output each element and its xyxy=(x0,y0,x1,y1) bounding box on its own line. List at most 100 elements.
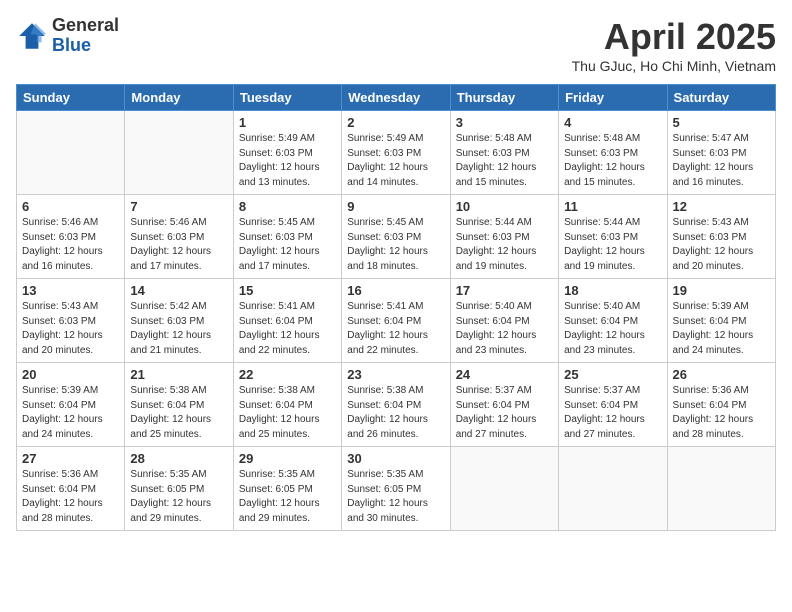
logo-general-text: General xyxy=(52,16,119,36)
day-info: Sunrise: 5:48 AM Sunset: 6:03 PM Dayligh… xyxy=(564,132,661,190)
weekday-header-friday: Friday xyxy=(559,85,667,111)
day-number: 19 xyxy=(673,283,770,298)
day-number: 18 xyxy=(564,283,661,298)
calendar-cell: 23Sunrise: 5:38 AM Sunset: 6:04 PM Dayli… xyxy=(342,363,450,447)
calendar-cell: 6 Sunrise: 5:46 AM Sunset: 6:03 PM Daylig… xyxy=(17,195,125,279)
weekday-header-sunday: Sunday xyxy=(17,85,125,111)
calendar-week-row-3: 13 Sunrise: 5:43 AM Sunset: 6:03 PM Dayli… xyxy=(17,279,776,363)
day-info: Sunrise: 5:36 AM Sunset: 6:04 PM Dayligh… xyxy=(673,384,770,442)
location-subtitle: Thu GJuc, Ho Chi Minh, Vietnam xyxy=(572,58,776,74)
calendar-cell xyxy=(559,447,667,531)
calendar-cell: 7 Sunrise: 5:46 AM Sunset: 6:03 PM Daylig… xyxy=(125,195,233,279)
day-number: 27 xyxy=(22,451,119,466)
day-info: Sunrise: 5:42 AM Sunset: 6:03 PM Dayligh… xyxy=(130,300,227,358)
calendar-cell: 27 Sunrise: 5:36 AM Sunset: 6:04 PM Dayli… xyxy=(17,447,125,531)
day-number: 22 xyxy=(239,367,336,382)
day-info: Sunrise: 5:43 AM Sunset: 6:03 PM Dayligh… xyxy=(22,300,119,358)
calendar-cell xyxy=(450,447,558,531)
weekday-header-row: SundayMondayTuesdayWednesdayThursdayFrid… xyxy=(17,85,776,111)
calendar-cell xyxy=(125,111,233,195)
day-number: 28 xyxy=(130,451,227,466)
day-info: Sunrise: 5:38 AM Sunset: 6:04 PM Dayligh… xyxy=(239,384,336,442)
day-info: Sunrise: 5:38 AM Sunset: 6:04 PM Dayligh… xyxy=(347,384,444,442)
day-number: 5 xyxy=(673,115,770,130)
calendar-cell: 20Sunrise: 5:39 AM Sunset: 6:04 PM Dayli… xyxy=(17,363,125,447)
day-number: 26 xyxy=(673,367,770,382)
calendar-cell: 15 Sunrise: 5:41 AM Sunset: 6:04 PM Dayli… xyxy=(233,279,341,363)
day-number: 7 xyxy=(130,199,227,214)
day-info: Sunrise: 5:41 AM Sunset: 6:04 PM Dayligh… xyxy=(239,300,336,358)
calendar-cell xyxy=(17,111,125,195)
calendar-cell: 11Sunrise: 5:44 AM Sunset: 6:03 PM Dayli… xyxy=(559,195,667,279)
day-number: 10 xyxy=(456,199,553,214)
calendar-cell: 3Sunrise: 5:48 AM Sunset: 6:03 PM Daylig… xyxy=(450,111,558,195)
calendar-cell: 5 Sunrise: 5:47 AM Sunset: 6:03 PM Daylig… xyxy=(667,111,775,195)
day-info: Sunrise: 5:35 AM Sunset: 6:05 PM Dayligh… xyxy=(239,468,336,526)
calendar-cell: 13 Sunrise: 5:43 AM Sunset: 6:03 PM Dayli… xyxy=(17,279,125,363)
day-info: Sunrise: 5:44 AM Sunset: 6:03 PM Dayligh… xyxy=(456,216,553,274)
calendar-cell xyxy=(667,447,775,531)
day-info: Sunrise: 5:47 AM Sunset: 6:03 PM Dayligh… xyxy=(673,132,770,190)
day-number: 15 xyxy=(239,283,336,298)
day-number: 14 xyxy=(130,283,227,298)
day-info: Sunrise: 5:48 AM Sunset: 6:03 PM Dayligh… xyxy=(456,132,553,190)
calendar-cell: 2 Sunrise: 5:49 AM Sunset: 6:03 PM Daylig… xyxy=(342,111,450,195)
calendar-cell: 21 Sunrise: 5:38 AM Sunset: 6:04 PM Dayli… xyxy=(125,363,233,447)
day-info: Sunrise: 5:45 AM Sunset: 6:03 PM Dayligh… xyxy=(347,216,444,274)
logo-icon xyxy=(16,20,48,52)
calendar-cell: 19 Sunrise: 5:39 AM Sunset: 6:04 PM Dayli… xyxy=(667,279,775,363)
calendar-cell: 26 Sunrise: 5:36 AM Sunset: 6:04 PM Dayli… xyxy=(667,363,775,447)
calendar-cell: 10 Sunrise: 5:44 AM Sunset: 6:03 PM Dayli… xyxy=(450,195,558,279)
calendar-cell: 22 Sunrise: 5:38 AM Sunset: 6:04 PM Dayli… xyxy=(233,363,341,447)
day-info: Sunrise: 5:44 AM Sunset: 6:03 PM Dayligh… xyxy=(564,216,661,274)
day-number: 17 xyxy=(456,283,553,298)
day-info: Sunrise: 5:40 AM Sunset: 6:04 PM Dayligh… xyxy=(564,300,661,358)
day-info: Sunrise: 5:35 AM Sunset: 6:05 PM Dayligh… xyxy=(130,468,227,526)
day-info: Sunrise: 5:49 AM Sunset: 6:03 PM Dayligh… xyxy=(347,132,444,190)
day-number: 25 xyxy=(564,367,661,382)
logo-blue-text: Blue xyxy=(52,36,119,56)
weekday-header-wednesday: Wednesday xyxy=(342,85,450,111)
calendar-week-row-1: 1 Sunrise: 5:49 AM Sunset: 6:03 PM Daylig… xyxy=(17,111,776,195)
day-number: 13 xyxy=(22,283,119,298)
day-number: 29 xyxy=(239,451,336,466)
weekday-header-saturday: Saturday xyxy=(667,85,775,111)
calendar-cell: 4 Sunrise: 5:48 AM Sunset: 6:03 PM Daylig… xyxy=(559,111,667,195)
calendar-cell: 1 Sunrise: 5:49 AM Sunset: 6:03 PM Daylig… xyxy=(233,111,341,195)
page-header: General Blue April 2025 Thu GJuc, Ho Chi… xyxy=(16,16,776,74)
day-info: Sunrise: 5:46 AM Sunset: 6:03 PM Dayligh… xyxy=(130,216,227,274)
calendar-cell: 24Sunrise: 5:37 AM Sunset: 6:04 PM Dayli… xyxy=(450,363,558,447)
day-info: Sunrise: 5:39 AM Sunset: 6:04 PM Dayligh… xyxy=(673,300,770,358)
calendar-cell: 8 Sunrise: 5:45 AM Sunset: 6:03 PM Daylig… xyxy=(233,195,341,279)
calendar-cell: 30 Sunrise: 5:35 AM Sunset: 6:05 PM Dayli… xyxy=(342,447,450,531)
calendar-cell: 28 Sunrise: 5:35 AM Sunset: 6:05 PM Dayli… xyxy=(125,447,233,531)
calendar-week-row-4: 20Sunrise: 5:39 AM Sunset: 6:04 PM Dayli… xyxy=(17,363,776,447)
day-info: Sunrise: 5:36 AM Sunset: 6:04 PM Dayligh… xyxy=(22,468,119,526)
day-number: 4 xyxy=(564,115,661,130)
day-number: 24 xyxy=(456,367,553,382)
calendar-cell: 25 Sunrise: 5:37 AM Sunset: 6:04 PM Dayli… xyxy=(559,363,667,447)
calendar-table: SundayMondayTuesdayWednesdayThursdayFrid… xyxy=(16,84,776,531)
day-info: Sunrise: 5:41 AM Sunset: 6:04 PM Dayligh… xyxy=(347,300,444,358)
month-year-title: April 2025 xyxy=(572,16,776,58)
day-info: Sunrise: 5:39 AM Sunset: 6:04 PM Dayligh… xyxy=(22,384,119,442)
day-number: 8 xyxy=(239,199,336,214)
day-info: Sunrise: 5:46 AM Sunset: 6:03 PM Dayligh… xyxy=(22,216,119,274)
day-number: 21 xyxy=(130,367,227,382)
title-block: April 2025 Thu GJuc, Ho Chi Minh, Vietna… xyxy=(572,16,776,74)
day-number: 1 xyxy=(239,115,336,130)
day-info: Sunrise: 5:45 AM Sunset: 6:03 PM Dayligh… xyxy=(239,216,336,274)
weekday-header-tuesday: Tuesday xyxy=(233,85,341,111)
day-info: Sunrise: 5:49 AM Sunset: 6:03 PM Dayligh… xyxy=(239,132,336,190)
day-number: 6 xyxy=(22,199,119,214)
day-info: Sunrise: 5:35 AM Sunset: 6:05 PM Dayligh… xyxy=(347,468,444,526)
day-info: Sunrise: 5:38 AM Sunset: 6:04 PM Dayligh… xyxy=(130,384,227,442)
weekday-header-monday: Monday xyxy=(125,85,233,111)
calendar-cell: 9 Sunrise: 5:45 AM Sunset: 6:03 PM Daylig… xyxy=(342,195,450,279)
calendar-cell: 16Sunrise: 5:41 AM Sunset: 6:04 PM Dayli… xyxy=(342,279,450,363)
day-info: Sunrise: 5:37 AM Sunset: 6:04 PM Dayligh… xyxy=(564,384,661,442)
day-number: 9 xyxy=(347,199,444,214)
day-number: 30 xyxy=(347,451,444,466)
calendar-cell: 14 Sunrise: 5:42 AM Sunset: 6:03 PM Dayli… xyxy=(125,279,233,363)
day-number: 2 xyxy=(347,115,444,130)
